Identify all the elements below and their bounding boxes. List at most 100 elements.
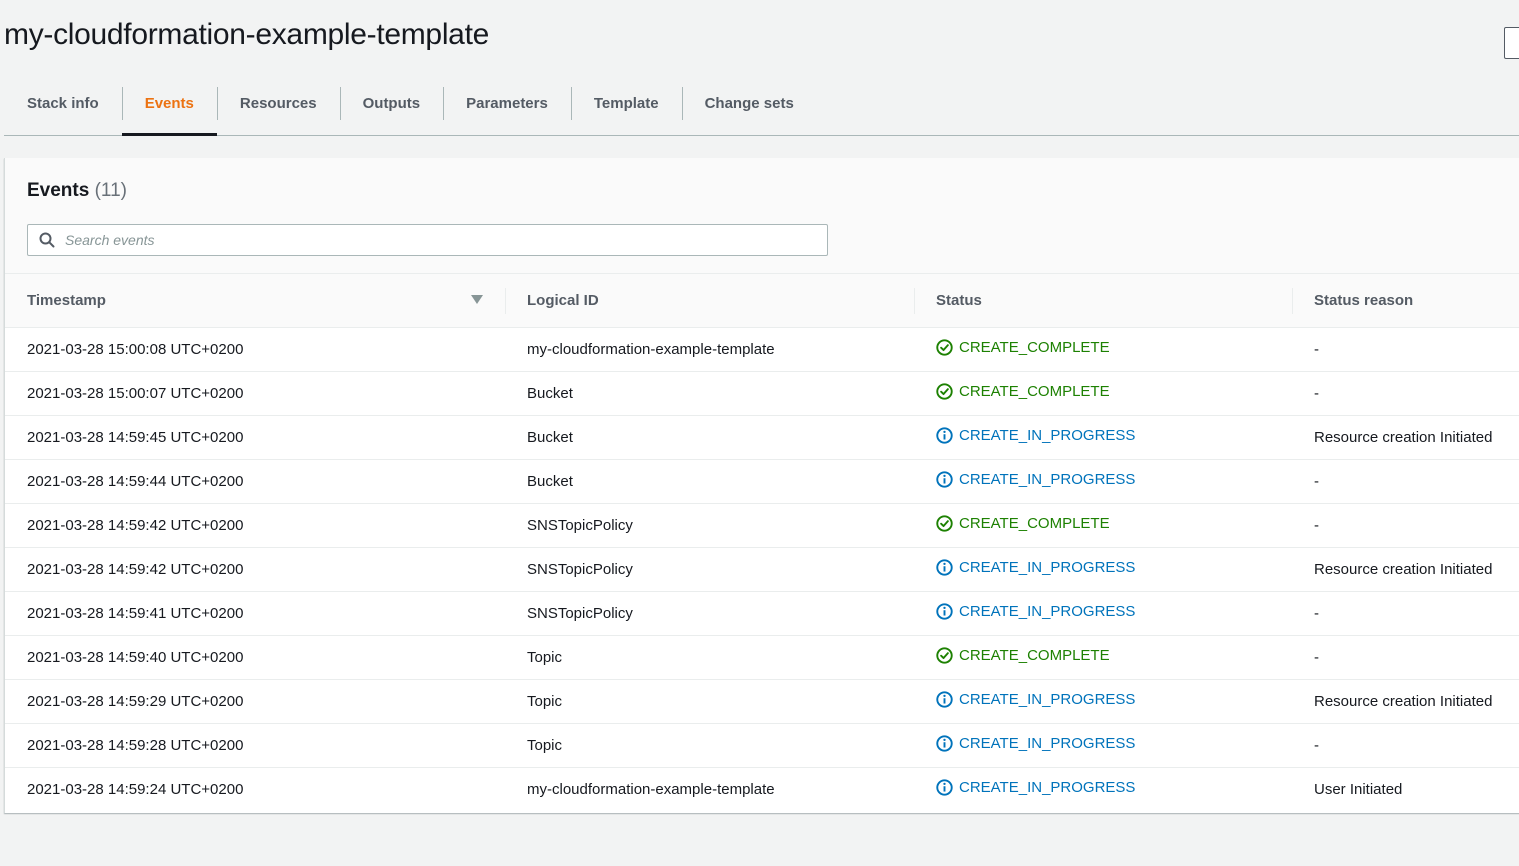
search-events-field[interactable] [27,224,828,256]
logical-id-cell: SNSTopicPolicy [527,560,633,578]
timestamp-cell: 2021-03-28 14:59:29 UTC+0200 [27,692,244,710]
events-table: Timestamp Logical ID Status Status reaso… [5,274,1519,811]
status-indicator: CREATE_COMPLETE [936,515,1110,532]
check-circle-icon [936,382,953,400]
status-cell: CREATE_COMPLETE [914,503,1292,547]
status-reason-cell: - [1314,384,1319,402]
info-circle-icon [936,779,953,796]
info-circle-icon [936,426,953,444]
table-row[interactable]: 2021-03-28 14:59:24 UTC+0200 my-cloudform… [5,767,1519,811]
status-reason-cell: - [1314,340,1319,358]
table-row[interactable]: 2021-03-28 14:59:40 UTC+0200 Topic CREATE_… [5,635,1519,679]
status-reason-cell: Resource creation Initiated [1314,692,1493,710]
column-divider [914,288,915,314]
status-text: CREATE_IN_PROGRESS [959,558,1136,576]
column-divider [505,288,506,314]
status-indicator: CREATE_IN_PROGRESS [936,559,1135,576]
events-table-body: 2021-03-28 15:00:08 UTC+0200 my-cloudform… [5,327,1519,811]
status-cell: CREATE_IN_PROGRESS [914,415,1292,459]
tab-change-sets[interactable]: Change sets [681,85,817,135]
tab-resources[interactable]: Resources [216,85,340,135]
status-cell: CREATE_COMPLETE [914,635,1292,679]
status-text: CREATE_IN_PROGRESS [959,778,1136,796]
stack-actions-button[interactable] [1504,27,1519,59]
status-reason-cell: - [1314,472,1319,490]
status-text: CREATE_IN_PROGRESS [959,470,1136,488]
table-row[interactable]: 2021-03-28 14:59:41 UTC+0200 SNSTopicPoli… [5,591,1519,635]
status-text: CREATE_IN_PROGRESS [959,734,1136,752]
tab-stack-info[interactable]: Stack info [4,85,122,135]
table-row[interactable]: 2021-03-28 14:59:28 UTC+0200 Topic CREATE_… [5,723,1519,767]
tab-label: Parameters [466,94,548,112]
status-indicator: CREATE_IN_PROGRESS [936,427,1135,444]
events-panel-header: Events (11) [5,158,1519,274]
status-indicator: CREATE_COMPLETE [936,383,1110,400]
column-header-status[interactable]: Status [914,274,1292,328]
check-circle-icon [936,514,953,532]
events-count: (11) [94,180,127,201]
search-icon [39,232,55,248]
timestamp-cell: 2021-03-28 14:59:28 UTC+0200 [27,736,244,754]
status-indicator: CREATE_IN_PROGRESS [936,735,1135,752]
status-text: CREATE_COMPLETE [959,646,1110,664]
status-reason-cell: Resource creation Initiated [1314,428,1493,446]
table-row[interactable]: 2021-03-28 14:59:42 UTC+0200 SNSTopicPoli… [5,503,1519,547]
table-header-row: Timestamp Logical ID Status Status reaso… [5,274,1519,328]
tab-parameters[interactable]: Parameters [443,85,571,135]
status-text: CREATE_IN_PROGRESS [959,602,1136,620]
logical-id-cell: SNSTopicPolicy [527,516,633,534]
status-cell: CREATE_COMPLETE [914,371,1292,415]
logical-id-cell: SNSTopicPolicy [527,604,633,622]
tab-label: Template [593,94,659,112]
table-row[interactable]: 2021-03-28 15:00:08 UTC+0200 my-cloudform… [5,327,1519,371]
tab-events[interactable]: Events [121,85,218,136]
logical-id-cell: Topic [527,648,563,666]
table-row[interactable]: 2021-03-28 14:59:45 UTC+0200 Bucket CREATE… [5,415,1519,459]
status-reason-cell: Resource creation Initiated [1314,560,1493,578]
tab-label: Stack info [27,94,99,112]
search-events-input[interactable] [65,232,827,248]
status-reason-cell: - [1314,736,1319,754]
tab-label: Outputs [362,94,421,112]
info-circle-icon [936,602,953,620]
info-circle-icon [936,734,953,752]
timestamp-cell: 2021-03-28 15:00:08 UTC+0200 [27,340,244,358]
column-label: Status reason [1314,291,1414,309]
status-indicator: CREATE_COMPLETE [936,339,1110,356]
timestamp-cell: 2021-03-28 14:59:45 UTC+0200 [27,428,244,446]
status-text: CREATE_IN_PROGRESS [959,426,1136,444]
tab-label: Resources [239,94,317,112]
status-reason-cell: - [1314,604,1319,622]
tab-template[interactable]: Template [570,85,682,135]
column-label: Status [936,291,982,309]
logical-id-cell: my-cloudformation-example-template [527,340,775,358]
sort-descending-icon[interactable] [471,295,483,304]
info-circle-icon [936,470,953,488]
page-title: my-cloudformation-example-template [4,18,489,51]
logical-id-cell: Bucket [527,472,573,490]
status-text: CREATE_COMPLETE [959,338,1110,356]
logical-id-cell: Bucket [527,428,573,446]
timestamp-cell: 2021-03-28 15:00:07 UTC+0200 [27,384,244,402]
column-header-status-reason[interactable]: Status reason [1292,274,1519,328]
status-reason-cell: - [1314,648,1319,666]
check-circle-icon [936,646,953,664]
column-header-timestamp[interactable]: Timestamp [5,274,505,328]
timestamp-cell: 2021-03-28 14:59:24 UTC+0200 [27,780,244,798]
timestamp-cell: 2021-03-28 14:59:40 UTC+0200 [27,648,244,666]
tab-label: Change sets [704,94,794,112]
table-row[interactable]: 2021-03-28 14:59:29 UTC+0200 Topic CREATE_… [5,679,1519,723]
logical-id-cell: Topic [527,736,563,754]
timestamp-cell: 2021-03-28 14:59:42 UTC+0200 [27,560,244,578]
table-row[interactable]: 2021-03-28 14:59:42 UTC+0200 SNSTopicPoli… [5,547,1519,591]
status-reason-cell: - [1314,516,1319,534]
tab-outputs[interactable]: Outputs [339,85,444,135]
table-row[interactable]: 2021-03-28 14:59:44 UTC+0200 Bucket CREATE… [5,459,1519,503]
status-indicator: CREATE_COMPLETE [936,647,1110,664]
status-cell: CREATE_COMPLETE [914,327,1292,371]
status-text: CREATE_IN_PROGRESS [959,690,1136,708]
table-row[interactable]: 2021-03-28 15:00:07 UTC+0200 Bucket CREATE… [5,371,1519,415]
logical-id-cell: my-cloudformation-example-template [527,780,775,798]
events-title: Events [27,180,90,201]
column-header-logical-id[interactable]: Logical ID [505,274,914,328]
